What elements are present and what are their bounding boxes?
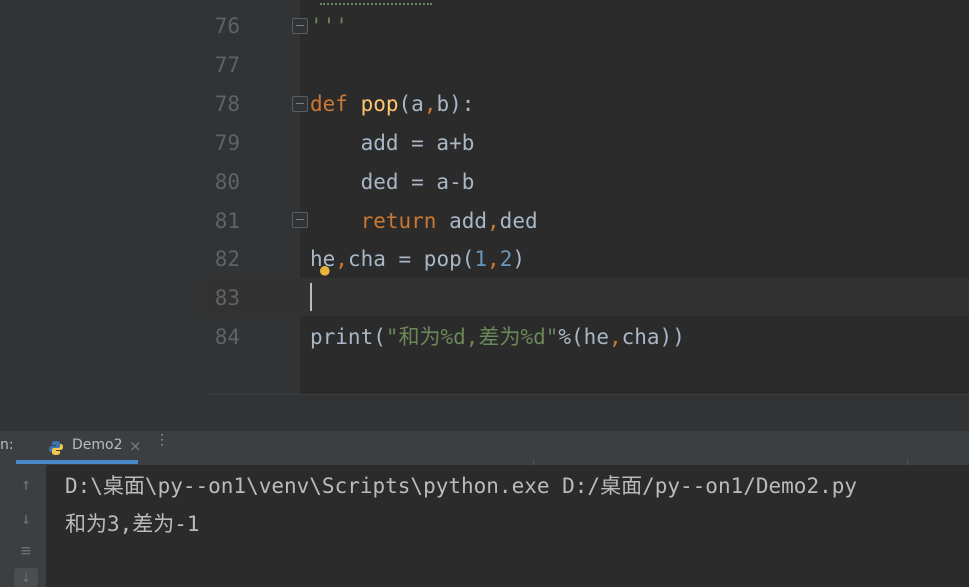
line-number: 84 (214, 325, 240, 349)
close-icon[interactable]: × (129, 437, 142, 455)
line-number: 78 (214, 92, 240, 116)
arrow-up-icon[interactable]: ↑ (14, 473, 38, 497)
code-token: , (423, 92, 437, 116)
code-line[interactable]: add = a+b (310, 124, 475, 162)
active-tab-indicator (16, 460, 138, 464)
project-panel-edge (0, 0, 205, 430)
code-token: ded = a-b (310, 170, 475, 194)
line-number: 83 (214, 286, 240, 310)
python-icon (49, 441, 63, 455)
code-token: (a (398, 92, 424, 116)
code-token: pop (360, 92, 399, 116)
code-line[interactable]: return add,ded (310, 202, 538, 240)
code-token: ded (499, 209, 538, 233)
code-token: he (310, 247, 336, 271)
line-number: 79 (214, 131, 240, 155)
text-caret (310, 283, 312, 311)
code-editor[interactable]: ● 76 ''' 77 78 def pop(a,b): 79 add = a+b 80 d… (0, 0, 969, 431)
code-token: 2 (499, 247, 513, 271)
line-number: 81 (214, 209, 240, 233)
code-token: def (310, 92, 348, 116)
code-token: 1 (474, 247, 488, 271)
run-toolbar: n: Demo2 × ⋮ (0, 430, 969, 466)
code-token: b): (436, 92, 475, 116)
more-icon[interactable]: ⋮ (155, 432, 169, 448)
warning-underline (320, 0, 432, 5)
run-side-toolbar: ↑ ↓ ≡ ⇣ (0, 465, 47, 587)
code-line[interactable]: def pop(a,b): (310, 85, 474, 123)
code-line[interactable]: ''' (310, 7, 348, 45)
current-line-highlight (205, 278, 969, 316)
code-token: cha)) (621, 325, 685, 349)
fold-marker[interactable] (292, 96, 308, 112)
code-line[interactable]: ded = a-b (310, 163, 475, 201)
arrow-down-icon[interactable]: ↓ (14, 507, 38, 531)
code-token: , (487, 209, 500, 233)
code-token: ''' (310, 14, 348, 38)
line-number: 76 (214, 14, 240, 38)
fold-marker[interactable] (292, 18, 308, 34)
code-token: ( (373, 325, 386, 349)
code-token: %(he (558, 325, 609, 349)
scroll-to-end-icon[interactable]: ⇣ (14, 568, 38, 587)
soft-wrap-icon[interactable]: ≡ (14, 539, 38, 563)
line-number: 82 (214, 247, 240, 271)
code-token: return (360, 209, 437, 233)
code-token: ) (512, 247, 526, 271)
code-token: cha = pop( (347, 247, 475, 271)
code-token: print (310, 325, 374, 349)
code-token: add = a+b (310, 131, 475, 155)
fold-marker[interactable] (292, 212, 308, 228)
line-number: 80 (214, 170, 240, 194)
editor-footer (205, 394, 969, 431)
console-line: D:\桌面\py--on1\venv\Scripts\python.exe D:… (65, 474, 858, 498)
console-line: 和为3,差为-1 (65, 512, 200, 536)
code-token: , (608, 325, 622, 349)
code-line[interactable]: print("和为%d,差为%d"%(he,cha)) (310, 318, 685, 356)
code-token: add (436, 209, 488, 233)
code-token: "和为%d,差为%d" (385, 325, 559, 349)
code-line[interactable]: he,cha = pop(1,2) (310, 240, 525, 278)
code-token: , (487, 247, 500, 271)
run-label: n: (0, 437, 14, 453)
tab-title: Demo2 (72, 437, 123, 453)
code-token: , (335, 247, 348, 271)
line-number: 77 (214, 53, 240, 77)
